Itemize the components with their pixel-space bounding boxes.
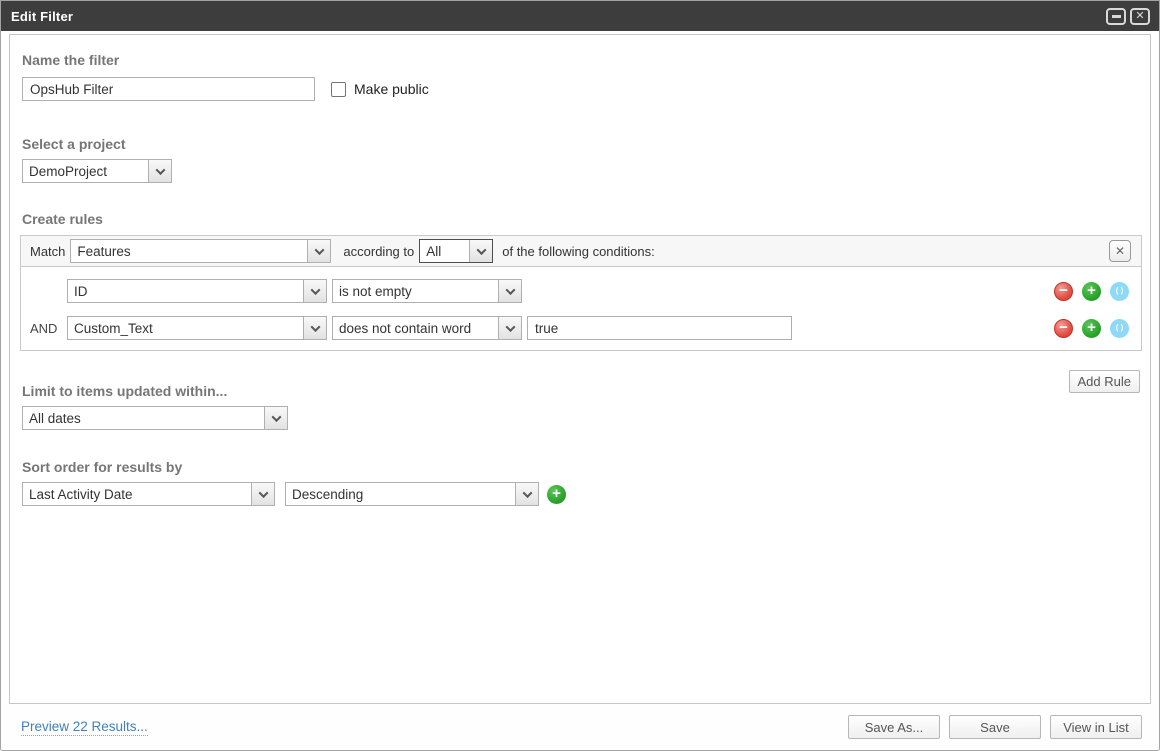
filter-name-input[interactable]	[22, 77, 315, 101]
window-controls: ✕	[1106, 8, 1150, 25]
match-label: Match	[30, 244, 65, 259]
according-to-value: All	[420, 240, 469, 262]
match-row: Match Features according to All of the f…	[21, 236, 1141, 267]
rule-conjunction: AND	[21, 321, 67, 336]
minimize-button[interactable]	[1106, 8, 1126, 25]
rule-2-field-value: Custom_Text	[68, 317, 303, 339]
create-rules-label: Create rules	[22, 211, 1140, 228]
date-range-dropdown[interactable]: All dates	[22, 406, 288, 430]
rule-2-field-dropdown[interactable]: Custom_Text	[67, 316, 327, 340]
add-condition-button[interactable]: +	[1082, 319, 1101, 338]
project-dropdown[interactable]: DemoProject	[22, 159, 172, 183]
match-type-value: Features	[71, 240, 307, 262]
project-dropdown-value: DemoProject	[23, 160, 148, 182]
remove-rules-group-button[interactable]: ✕	[1109, 240, 1131, 262]
dialog-titlebar: Edit Filter ✕	[1, 1, 1159, 31]
rule-2-operator-dropdown[interactable]: does not contain word	[332, 316, 522, 340]
close-icon: ✕	[1115, 244, 1125, 258]
rule-row-1: ID is not empty − + ( )	[21, 279, 1141, 303]
select-project-label: Select a project	[22, 136, 1140, 153]
match-type-dropdown[interactable]: Features	[70, 239, 331, 263]
name-filter-label: Name the filter	[22, 52, 1140, 69]
limit-updated-label: Limit to items updated within...	[22, 383, 1140, 400]
view-in-list-button[interactable]: View in List	[1050, 715, 1142, 739]
date-range-value: All dates	[23, 407, 264, 429]
rule-2-operator-value: does not contain word	[333, 317, 498, 339]
sort-order-label: Sort order for results by	[22, 459, 1140, 476]
rule-1-field-dropdown[interactable]: ID	[67, 279, 327, 303]
chevron-down-icon	[251, 483, 274, 505]
chevron-down-icon	[307, 240, 330, 262]
chevron-down-icon	[264, 407, 287, 429]
minimize-icon	[1112, 15, 1121, 18]
chevron-down-icon	[498, 317, 521, 339]
close-button[interactable]: ✕	[1130, 8, 1150, 25]
conditions-suffix-label: of the following conditions:	[502, 244, 654, 259]
preview-results-link[interactable]: Preview 22 Results...	[21, 719, 148, 736]
dialog-body: Name the filter Make public Select a pro…	[9, 34, 1151, 704]
chevron-down-icon	[148, 160, 171, 182]
rule-2-value-input[interactable]	[527, 316, 792, 340]
save-as-button[interactable]: Save As...	[848, 715, 940, 739]
according-to-dropdown[interactable]: All	[419, 239, 493, 263]
sort-field-dropdown[interactable]: Last Activity Date	[22, 482, 275, 506]
chevron-down-icon	[303, 317, 326, 339]
chevron-down-icon	[469, 240, 492, 262]
rules-body: ID is not empty − + ( )	[21, 267, 1141, 350]
rule-1-operator-dropdown[interactable]: is not empty	[332, 279, 522, 303]
chevron-down-icon	[515, 483, 538, 505]
make-public-checkbox[interactable]	[331, 82, 346, 97]
make-public-label: Make public	[354, 81, 429, 97]
according-to-label: according to	[343, 244, 414, 259]
sort-field-value: Last Activity Date	[23, 483, 251, 505]
rule-row-2: AND Custom_Text does not contain word −	[21, 316, 1141, 340]
sort-direction-dropdown[interactable]: Descending	[285, 482, 539, 506]
group-condition-button[interactable]: ( )	[1110, 319, 1129, 338]
chevron-down-icon	[498, 280, 521, 302]
edit-filter-dialog: Edit Filter ✕ Name the filter Make publi…	[0, 0, 1160, 751]
rules-panel: Match Features according to All of the f…	[20, 235, 1142, 351]
rule-1-field-value: ID	[68, 280, 303, 302]
save-button[interactable]: Save	[949, 715, 1041, 739]
add-condition-button[interactable]: +	[1082, 282, 1101, 301]
add-rule-button[interactable]: Add Rule	[1069, 370, 1140, 393]
remove-condition-button[interactable]: −	[1054, 319, 1073, 338]
chevron-down-icon	[303, 280, 326, 302]
group-condition-button[interactable]: ( )	[1110, 282, 1129, 301]
add-sort-button[interactable]: +	[547, 485, 566, 504]
sort-direction-value: Descending	[286, 483, 515, 505]
dialog-footer: Preview 22 Results... Save As... Save Vi…	[1, 704, 1159, 750]
rule-1-operator-value: is not empty	[333, 280, 498, 302]
dialog-title: Edit Filter	[11, 9, 73, 24]
remove-condition-button[interactable]: −	[1054, 282, 1073, 301]
